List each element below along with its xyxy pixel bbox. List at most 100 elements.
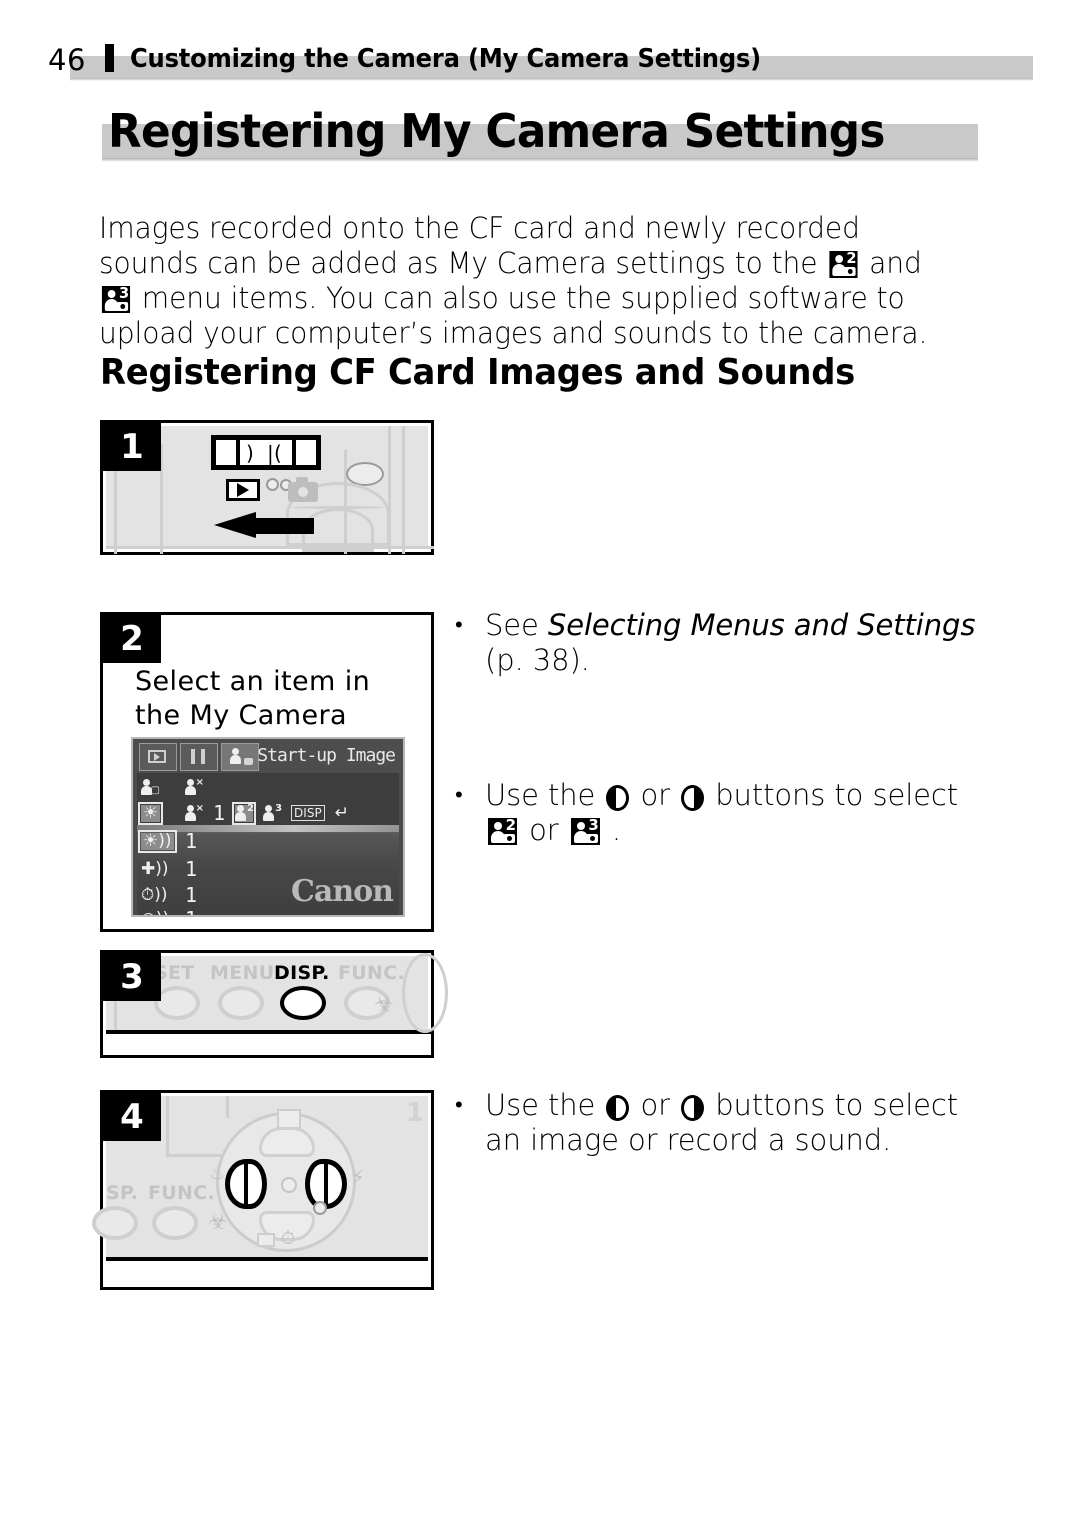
lcd-tab-bar: Start-up Image [133, 739, 403, 773]
step-4-badge: 4 [103, 1093, 161, 1141]
lcd-settings-list: ▢ × ☀ × 1 2 3 DISP ↵ ☀)) 1 ✚)) 1 ⏱)) 1 C… [137, 773, 399, 915]
disp-button[interactable] [280, 986, 326, 1020]
selftimer-icon: ⏱ [281, 1228, 296, 1249]
bullet1-post: (p. 38). [485, 643, 590, 677]
bullet2-post: buttons to select [706, 778, 959, 812]
bullet-select-image-sound: • Use the or buttons to select an image … [455, 1088, 995, 1158]
bullet2-pre: Use the [485, 778, 605, 812]
my-camera-3-icon: 3 [101, 284, 131, 313]
my-camera-3-icon: 3 [570, 818, 600, 845]
shutter-sound-value: 1 [185, 907, 197, 915]
startup-sound-value: 1 [185, 829, 198, 853]
step-2-badge: 2 [103, 615, 161, 663]
switch-glyph-left: ) [246, 440, 254, 465]
left-arrow-button-icon [606, 785, 630, 811]
exposure-icon [277, 1109, 301, 1129]
step-4-figure: SP. FUNC. ☣ ♨ ⚡ ⏱ 1 4 [92, 1090, 434, 1290]
selftimer-sound-icon: ⏱)) [141, 884, 168, 905]
macro-icon: ♨ [209, 1163, 226, 1184]
running-header: 46 Customizing the Camera (My Camera Set… [48, 40, 1033, 81]
right-arrow-button-icon [681, 785, 705, 811]
startup-option-off: × [185, 803, 204, 822]
intro-text-part1: Images recorded onto the CF card and new… [99, 211, 860, 280]
bullet2-end: . [602, 813, 621, 847]
step-2-figure: Select an item in the My Camera menu. [100, 612, 434, 932]
my-camera-3-number: 3 [119, 284, 130, 302]
page-title: Registering My Camera Settings [100, 104, 980, 164]
lcd-screen-title: Start-up Image [257, 745, 396, 766]
left-arrow-icon [214, 512, 314, 538]
startup-option-1[interactable]: 1 [213, 801, 225, 825]
bullet2-mid: or [631, 778, 680, 812]
shutter-sound-icon: ◉)) [141, 910, 169, 915]
camera-bottom-edge [106, 1257, 428, 1261]
bullet3-mid: or [631, 1088, 680, 1122]
page-number: 46 [48, 43, 86, 77]
header-title: Customizing the Camera (My Camera Settin… [130, 44, 762, 74]
startup-sound-icon: ☀)) [138, 829, 177, 853]
lcd-disp-chip: DISP [291, 805, 325, 821]
selftimer-sound-value: 1 [185, 883, 198, 907]
mode-switch[interactable]: ) ❘ ( [211, 435, 321, 470]
intro-text-part2: and [860, 246, 922, 280]
lcd-tab-setup[interactable] [180, 743, 218, 771]
bullet-dot: • [455, 1093, 463, 1118]
camera-mode-icon [288, 477, 318, 502]
lcd-tab-my-camera[interactable] [221, 743, 259, 771]
startup-image-icon: ☀ [137, 801, 164, 825]
my-camera-2-icon: 2 [488, 818, 517, 845]
step-1-badge: 1 [103, 423, 161, 471]
menu-button[interactable] [218, 986, 264, 1020]
disp-button-label: DISP. [274, 962, 330, 984]
bullet2-or: or [520, 813, 568, 847]
func-button-partial[interactable] [152, 1206, 198, 1240]
step-3-figure: SET MENU DISP. FUNC. ☣ 3 [100, 950, 448, 1058]
step-1-figure: ) ❘ ( 1 [100, 420, 434, 555]
menu-button-label: MENU [210, 962, 275, 984]
header-separator-bar [105, 44, 114, 72]
return-arrow-icon: ↵ [334, 802, 349, 823]
right-arrow-button-icon [681, 1095, 705, 1121]
step-3-badge: 3 [103, 953, 161, 1001]
continuous-icon [257, 1233, 275, 1247]
disp-partial-label: SP. [106, 1182, 139, 1204]
bullet-see-reference: • See Selecting Menus and Settings (p. 3… [455, 608, 995, 678]
lcd-row-startup-sound[interactable]: ☀)) 1 [137, 829, 399, 853]
bullet3-pre: Use the [485, 1088, 605, 1122]
switch-glyph-right: ( [274, 440, 282, 465]
right-button[interactable] [305, 1159, 347, 1209]
left-button[interactable] [225, 1159, 267, 1209]
left-arrow-button-icon [606, 1095, 630, 1121]
flash-icon: ⚡ [350, 1165, 365, 1189]
playback-mode-icon [226, 479, 260, 501]
page-title-text: Registering My Camera Settings [108, 104, 885, 158]
up-button[interactable] [259, 1127, 315, 1157]
trash-icon: ☣ [374, 992, 394, 1017]
canon-logo: Canon [291, 874, 394, 909]
bullet1-pre: See [485, 608, 548, 642]
intro-paragraph: Images recorded onto the CF card and new… [99, 211, 962, 351]
partial-digit: 1 [405, 1098, 424, 1128]
bullet1-italic-title: Selecting Menus and Settings [547, 608, 976, 642]
my-camera-2-number: 2 [846, 249, 857, 267]
my-camera-2-icon: 2 [829, 249, 858, 278]
controller-hub [281, 1177, 297, 1193]
document-page: 46 Customizing the Camera (My Camera Set… [0, 0, 1080, 1521]
disp-button-partial[interactable] [92, 1206, 138, 1240]
startup-option-2[interactable]: 2 [232, 801, 257, 825]
bullet-dot: • [455, 783, 463, 808]
lcd-tab-playback[interactable] [139, 743, 177, 771]
theme-icon: ▢ [141, 778, 160, 796]
bullet-dot: • [455, 613, 463, 638]
theme-value-off: × [185, 777, 204, 796]
func-partial-label: FUNC. [148, 1182, 215, 1204]
four-way-controller[interactable]: ♨ ⚡ ⏱ [209, 1109, 365, 1252]
lcd-row-startup-image[interactable]: ☀ × 1 2 3 DISP ↵ [137, 801, 399, 825]
func-button-label: FUNC. [338, 962, 405, 984]
startup-option-3[interactable]: 3 [263, 803, 282, 822]
intro-text-part3: menu items. You can also use the supplie… [99, 281, 928, 350]
operation-sound-icon: ✚)) [141, 858, 169, 879]
section-heading: Registering CF Card Images and Sounds [100, 352, 856, 393]
bullet-select-my-camera: • Use the or buttons to select 2 or 3 . [455, 778, 1000, 848]
lcd-row-theme[interactable]: ▢ × [137, 775, 399, 799]
